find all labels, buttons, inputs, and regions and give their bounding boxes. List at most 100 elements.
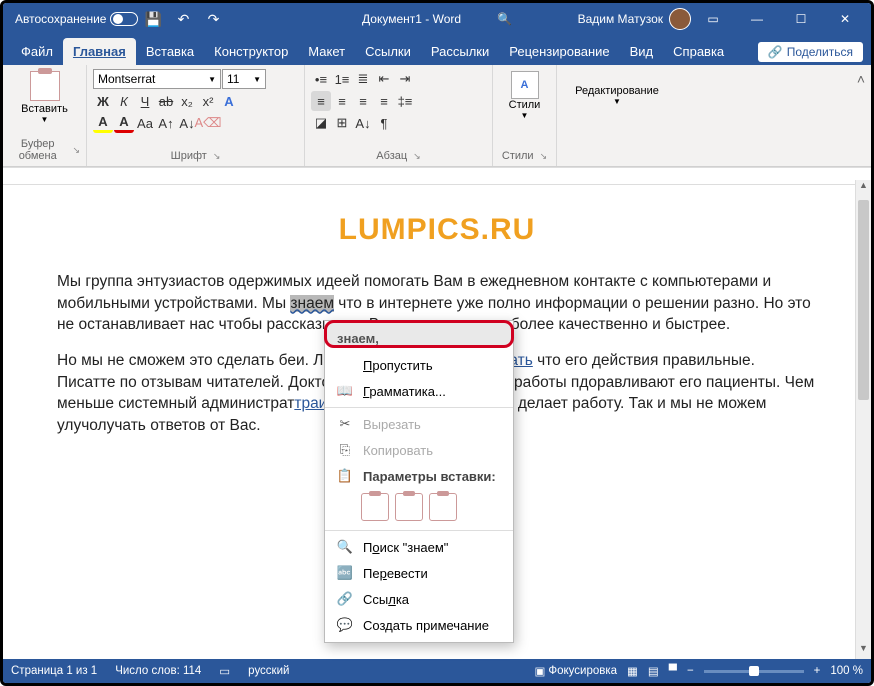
minimize-icon[interactable]: ―	[735, 4, 779, 34]
paste-button[interactable]: Вставить ▼	[9, 69, 80, 126]
dialog-launcher-icon[interactable]: ↘	[72, 145, 80, 156]
word-count[interactable]: Число слов: 114	[115, 665, 201, 677]
ribbon: Вставить ▼ Буфер обмена ↘ Montserrat▼ 11▼…	[3, 65, 871, 167]
redo-icon[interactable]: ↷	[198, 4, 228, 34]
font-size-value: 11	[227, 72, 239, 86]
subscript-button[interactable]: x₂	[177, 91, 197, 111]
cm-link[interactable]: 🔗Ссылка	[325, 586, 513, 612]
cm-translate[interactable]: 🔤Перевести	[325, 560, 513, 586]
search-icon[interactable]: 🔍	[497, 12, 512, 26]
collapse-ribbon-icon[interactable]: ˄	[851, 65, 871, 166]
font-name-value: Montserrat	[98, 72, 155, 86]
ruler[interactable]	[3, 167, 871, 185]
show-marks-button[interactable]: ¶	[374, 113, 394, 133]
align-center-button[interactable]: ≡	[332, 91, 352, 111]
change-case-button[interactable]: Aa	[135, 113, 155, 133]
maximize-icon[interactable]: ☐	[779, 4, 823, 34]
tab-home[interactable]: Главная	[63, 38, 136, 65]
cm-cut: ✂Вырезать	[325, 411, 513, 437]
vertical-scrollbar[interactable]: ▲ ▼	[855, 180, 871, 659]
cm-grammar[interactable]: 📖Грамматика...	[325, 378, 513, 404]
numbering-button[interactable]: 1≡	[332, 69, 352, 89]
align-right-button[interactable]: ≡	[353, 91, 373, 111]
tab-mailings[interactable]: Рассылки	[421, 38, 499, 65]
shading-button[interactable]: ◪	[311, 113, 331, 133]
clipboard-group-label: Буфер обмена	[9, 138, 66, 162]
line-spacing-button[interactable]: ‡≡	[395, 91, 415, 111]
share-button[interactable]: 🔗 Поделиться	[758, 42, 863, 62]
close-icon[interactable]: ✕	[823, 4, 867, 34]
styles-button[interactable]: A Стили ▼	[499, 69, 550, 122]
scroll-up-icon[interactable]: ▲	[856, 180, 871, 196]
scroll-down-icon[interactable]: ▼	[856, 643, 871, 659]
font-name-combo[interactable]: Montserrat▼	[93, 69, 221, 89]
autosave-toggle[interactable]: Автосохранение	[15, 12, 138, 26]
paste-icon: 📋	[337, 468, 353, 484]
bullets-button[interactable]: •≡	[311, 69, 331, 89]
tab-file[interactable]: Файл	[11, 38, 63, 65]
superscript-button[interactable]: x²	[198, 91, 218, 111]
undo-icon[interactable]: ↶	[168, 4, 198, 34]
tab-view[interactable]: Вид	[620, 38, 664, 65]
justify-button[interactable]: ≡	[374, 91, 394, 111]
sort-button[interactable]: A↓	[353, 113, 373, 133]
cm-suggestion[interactable]: знаем,	[325, 325, 513, 352]
styles-label: Стили	[509, 99, 541, 111]
view-read-icon[interactable]: ▦	[627, 664, 638, 678]
avatar[interactable]	[669, 8, 691, 30]
highlight-button[interactable]: A	[93, 113, 113, 133]
dialog-launcher-icon[interactable]: ↘	[540, 151, 548, 162]
italic-button[interactable]: К	[114, 91, 134, 111]
grammar-error[interactable]: знаем	[290, 295, 334, 312]
ribbon-opts-icon[interactable]: ▭	[691, 4, 735, 34]
scissors-icon: ✂	[337, 416, 353, 432]
font-size-combo[interactable]: 11▼	[222, 69, 266, 89]
editing-label: Редактирование	[575, 85, 659, 97]
zoom-out-button[interactable]: −	[687, 665, 694, 677]
tab-layout[interactable]: Макет	[298, 38, 355, 65]
share-label: Поделиться	[787, 45, 853, 59]
tab-design[interactable]: Конструктор	[204, 38, 298, 65]
dialog-launcher-icon[interactable]: ↘	[213, 151, 221, 162]
multilevel-button[interactable]: ≣	[353, 69, 373, 89]
book-icon: 📖	[337, 383, 353, 399]
underline-button[interactable]: Ч	[135, 91, 155, 111]
zoom-level[interactable]: 100 %	[830, 665, 863, 677]
tab-references[interactable]: Ссылки	[355, 38, 421, 65]
cm-copy: ⎘Копировать	[325, 437, 513, 463]
paste-text-only[interactable]	[429, 493, 457, 521]
tab-help[interactable]: Справка	[663, 38, 734, 65]
zoom-in-button[interactable]: +	[814, 665, 821, 677]
align-left-button[interactable]: ≡	[311, 91, 331, 111]
autosave-label: Автосохранение	[15, 12, 106, 26]
borders-button[interactable]: ⊞	[332, 113, 352, 133]
grow-font-button[interactable]: A↑	[156, 113, 176, 133]
page-indicator[interactable]: Страница 1 из 1	[11, 665, 97, 677]
tab-insert[interactable]: Вставка	[136, 38, 204, 65]
font-group-label: Шрифт	[171, 150, 207, 162]
bold-button[interactable]: Ж	[93, 91, 113, 111]
editing-button[interactable]: Редактирование ▼	[563, 83, 671, 108]
cm-comment[interactable]: 💬Создать примечание	[325, 612, 513, 638]
clear-format-button[interactable]: A⌫	[198, 113, 218, 133]
view-web-icon[interactable]: ▀	[669, 665, 677, 677]
zoom-slider[interactable]	[704, 670, 804, 673]
dialog-launcher-icon[interactable]: ↘	[413, 151, 421, 162]
language-indicator[interactable]: русский	[248, 665, 289, 677]
paste-keep-source[interactable]	[361, 493, 389, 521]
decrease-indent-button[interactable]: ⇤	[374, 69, 394, 89]
increase-indent-button[interactable]: ⇥	[395, 69, 415, 89]
doc-title: Документ1 - Word	[362, 12, 461, 26]
text-effects-button[interactable]: A	[219, 91, 239, 111]
paste-merge[interactable]	[395, 493, 423, 521]
cm-skip[interactable]: Пропустить	[325, 352, 513, 378]
view-print-icon[interactable]: ▤	[648, 664, 659, 678]
cm-search[interactable]: 🔍Поиск "знаем"	[325, 534, 513, 560]
save-icon[interactable]: 💾	[138, 4, 168, 34]
tab-review[interactable]: Рецензирование	[499, 38, 619, 65]
font-color-button[interactable]: A	[114, 113, 134, 133]
focus-mode[interactable]: ▣ Фокусировка	[534, 664, 617, 678]
scroll-thumb[interactable]	[858, 200, 869, 400]
spellcheck-icon[interactable]: ▭	[219, 664, 230, 678]
strike-button[interactable]: ab	[156, 91, 176, 111]
